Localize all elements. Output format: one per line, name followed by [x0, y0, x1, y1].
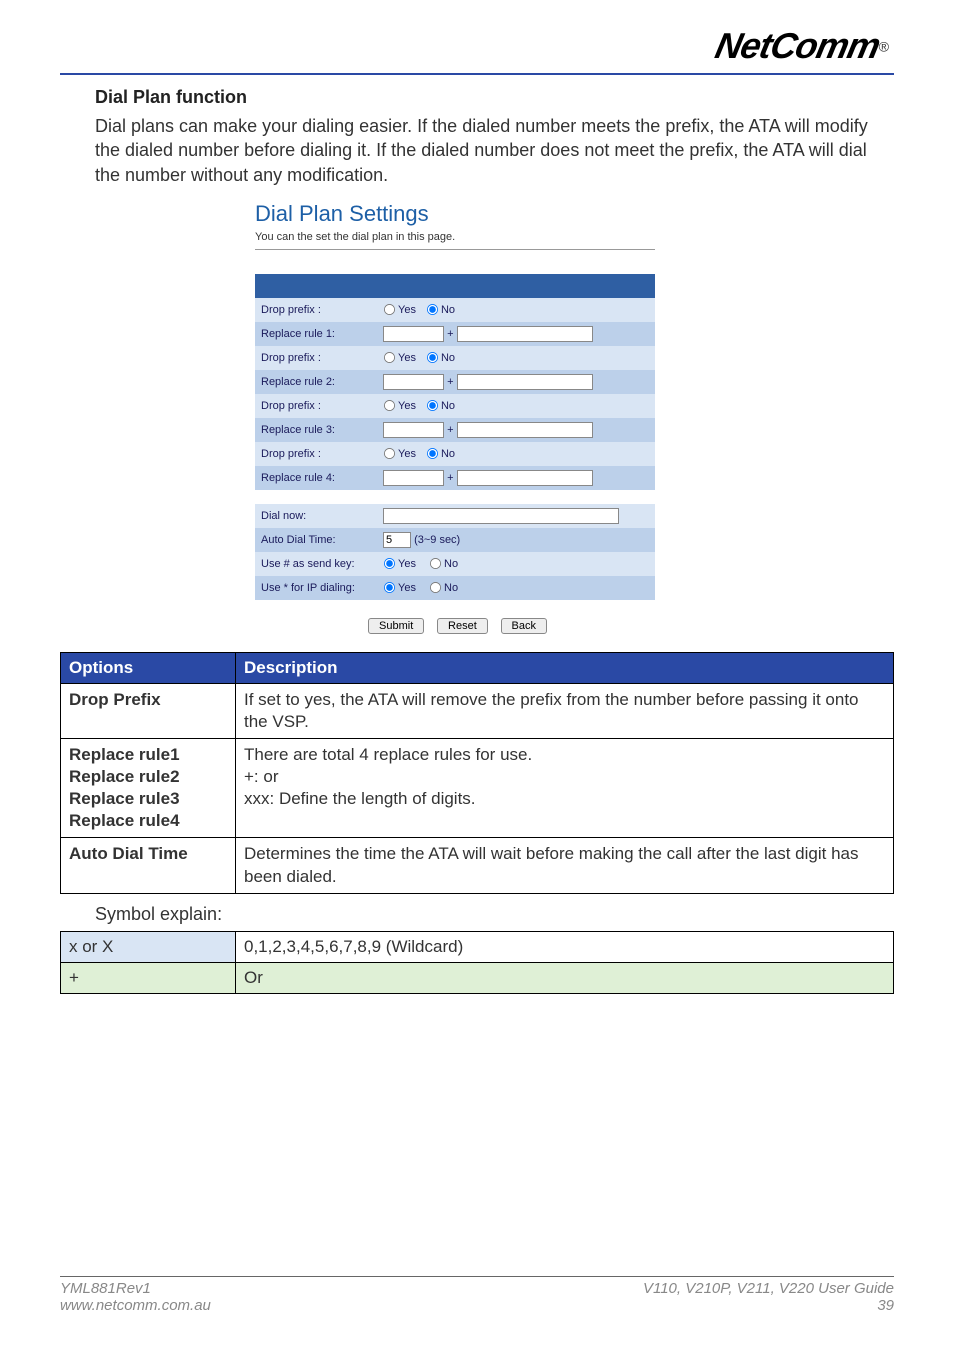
hash-send-label: Use # as send key: — [255, 552, 377, 576]
th-description: Description — [236, 652, 894, 683]
th-options: Options — [61, 652, 236, 683]
option-cell: Replace rule1Replace rule2Replace rule3R… — [61, 739, 236, 838]
auto-dial-input[interactable] — [383, 532, 411, 548]
footer-page-number: 39 — [643, 1297, 894, 1314]
dial-now-input[interactable] — [383, 508, 619, 524]
drop-prefix-no-radio[interactable] — [427, 352, 438, 363]
drop-prefix-yes-radio[interactable] — [384, 448, 395, 459]
star-yes-radio[interactable] — [384, 582, 395, 593]
row-label: Drop prefix : — [255, 298, 377, 322]
back-button[interactable]: Back — [501, 618, 547, 634]
replace-rule-value-input[interactable] — [457, 326, 593, 342]
drop-prefix-yes-radio[interactable] — [384, 400, 395, 411]
hash-yes-radio[interactable] — [384, 558, 395, 569]
row-label: Drop prefix : — [255, 346, 377, 370]
drop-prefix-yes-radio[interactable] — [384, 352, 395, 363]
auto-dial-label: Auto Dial Time: — [255, 528, 377, 552]
settings-table: Drop prefix :YesNoReplace rule 1: + Drop… — [255, 274, 655, 600]
drop-prefix-no-radio[interactable] — [427, 448, 438, 459]
brand-header: NetComm ® — [60, 20, 894, 67]
row-label: Drop prefix : — [255, 394, 377, 418]
hash-no-radio[interactable] — [430, 558, 441, 569]
submit-button[interactable]: Submit — [368, 618, 424, 634]
replace-rule-prefix-input[interactable] — [383, 374, 444, 390]
symbol-meaning-cell: 0,1,2,3,4,5,6,7,8,9 (Wildcard) — [236, 931, 894, 962]
symbol-cell: + — [61, 962, 236, 993]
replace-rule-value-input[interactable] — [457, 470, 593, 486]
replace-rule-value-input[interactable] — [457, 422, 593, 438]
drop-prefix-no-radio[interactable] — [427, 304, 438, 315]
row-label: Replace rule 2: — [255, 370, 377, 394]
panel-rule — [255, 249, 655, 250]
option-cell: Drop Prefix — [61, 683, 236, 738]
symbol-cell: x or X — [61, 931, 236, 962]
symbol-explain-heading: Symbol explain: — [95, 904, 894, 925]
row-label: Replace rule 4: — [255, 466, 377, 490]
row-label: Replace rule 3: — [255, 418, 377, 442]
symbol-table: x or X0,1,2,3,4,5,6,7,8,9 (Wildcard)+Or — [60, 931, 894, 994]
section-title: Dial Plan function — [95, 87, 894, 108]
replace-rule-prefix-input[interactable] — [383, 326, 444, 342]
description-cell: There are total 4 replace rules for use.… — [236, 739, 894, 838]
auto-dial-hint: (3~9 sec) — [414, 534, 460, 546]
button-row: Submit Reset Back — [255, 614, 660, 634]
page-footer: YML881Rev1 www.netcomm.com.au V110, V210… — [60, 1269, 894, 1315]
footer-url: www.netcomm.com.au — [60, 1297, 211, 1314]
replace-rule-prefix-input[interactable] — [383, 422, 444, 438]
row-label: Replace rule 1: — [255, 322, 377, 346]
reset-button[interactable]: Reset — [437, 618, 488, 634]
row-label: Drop prefix : — [255, 442, 377, 466]
panel-subtitle: You can the set the dial plan in this pa… — [255, 231, 660, 243]
description-cell: If set to yes, the ATA will remove the p… — [236, 683, 894, 738]
footer-guide: V110, V210P, V211, V220 User Guide — [643, 1280, 894, 1297]
dial-now-label: Dial now: — [255, 504, 377, 528]
brand-logo: NetComm — [711, 25, 883, 67]
footer-rev: YML881Rev1 — [60, 1280, 151, 1297]
star-no-radio[interactable] — [430, 582, 441, 593]
drop-prefix-no-radio[interactable] — [427, 400, 438, 411]
options-description-table: Options Description Drop PrefixIf set to… — [60, 652, 894, 894]
option-cell: Auto Dial Time — [61, 838, 236, 893]
brand-reg: ® — [879, 39, 889, 55]
drop-prefix-yes-radio[interactable] — [384, 304, 395, 315]
panel-title: Dial Plan Settings — [255, 201, 660, 227]
header-rule — [60, 73, 894, 75]
intro-paragraph: Dial plans can make your dialing easier.… — [95, 114, 894, 187]
symbol-meaning-cell: Or — [236, 962, 894, 993]
dial-plan-settings-panel: Dial Plan Settings You can the set the d… — [255, 201, 660, 634]
star-ip-label: Use * for IP dialing: — [255, 576, 377, 600]
description-cell: Determines the time the ATA will wait be… — [236, 838, 894, 893]
replace-rule-value-input[interactable] — [457, 374, 593, 390]
replace-rule-prefix-input[interactable] — [383, 470, 444, 486]
